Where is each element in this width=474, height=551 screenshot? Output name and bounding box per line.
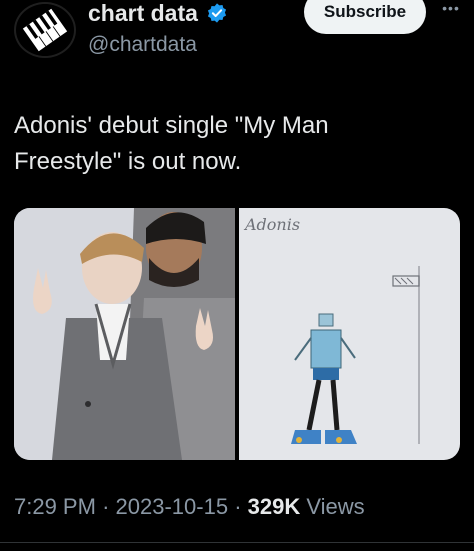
subscribe-button[interactable]: Subscribe (304, 0, 426, 34)
drawing-caption: Adonis (243, 215, 300, 234)
photo-image (14, 208, 235, 460)
drawing-image: Adonis (239, 208, 460, 460)
verified-badge-icon (207, 3, 227, 23)
account-avatar[interactable] (14, 2, 76, 58)
tweet-media: Adonis (14, 208, 460, 460)
views-label: Views (306, 494, 365, 519)
photo-adonis-and-drake[interactable] (14, 208, 235, 460)
name-row: chart data (88, 0, 228, 26)
tweet-text: Adonis' debut single "My Man Freestyle" … (14, 112, 329, 175)
meta-separator: · (234, 494, 242, 519)
views-count[interactable]: 329K (248, 494, 301, 519)
tweet-date[interactable]: 2023-10-15 (116, 494, 229, 519)
tweet-header: chart data @chartdata Subscribe ••• (0, 0, 474, 70)
display-name[interactable]: chart data (88, 0, 198, 26)
tweet-time[interactable]: 7:29 PM (14, 494, 96, 519)
piano-keys-logo-icon (19, 4, 71, 56)
tweet-meta: 7:29 PM · 2023-10-15 · 329K Views (14, 492, 365, 522)
divider (0, 542, 474, 543)
more-options-icon[interactable]: ••• (436, 0, 466, 20)
account-handle[interactable]: @chartdata (88, 32, 197, 58)
drawing-adonis[interactable]: Adonis (239, 208, 460, 460)
meta-separator: · (102, 494, 110, 519)
